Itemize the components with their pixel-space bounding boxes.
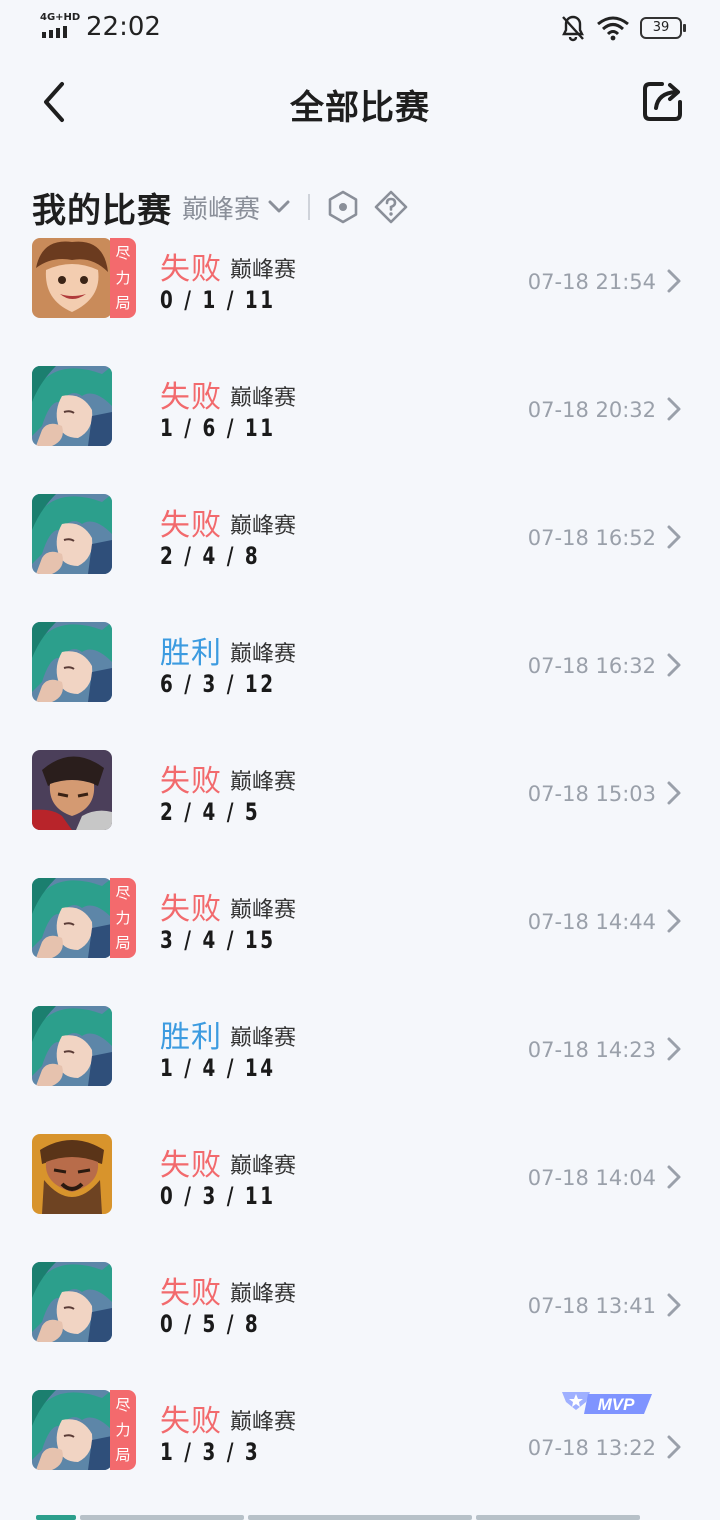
- green-hair-hero-icon: [32, 1262, 112, 1342]
- match-row[interactable]: 胜利 巅峰赛 6 / 3 / 12 07-18 16:32: [0, 616, 720, 744]
- chevron-right-icon: [667, 1293, 681, 1317]
- hexagon-settings-icon[interactable]: [326, 190, 360, 224]
- match-row[interactable]: 失败 巅峰赛 2 / 4 / 8 07-18 16:52: [0, 488, 720, 616]
- match-row[interactable]: 失败 巅峰赛 2 / 4 / 5 07-18 15:03: [0, 744, 720, 872]
- green-hair-hero-icon: [32, 1390, 112, 1470]
- green-hair-hero-icon: [32, 878, 112, 958]
- match-list: 尽力局 失败 巅峰赛 0 / 1 / 11 07-18 21:54 失败 巅峰赛…: [0, 232, 720, 1512]
- nav-bar: 全部比赛: [0, 56, 720, 148]
- green-hair-hero-icon: [32, 622, 112, 702]
- match-result: 胜利: [160, 1020, 222, 1055]
- chevron-right-icon: [667, 269, 681, 293]
- svg-text:MVP: MVP: [598, 1395, 636, 1414]
- green-hair-hero-icon: [32, 366, 112, 446]
- match-mode: 巅峰赛: [230, 898, 297, 923]
- best-effort-tag: 尽力局: [110, 878, 136, 958]
- best-effort-tag: 尽力局: [110, 1390, 136, 1470]
- match-kda: 1 / 3 / 3: [160, 1438, 261, 1466]
- chevron-right-icon: [667, 781, 681, 805]
- signal-icon: [42, 26, 67, 38]
- match-kda: 3 / 4 / 15: [160, 926, 276, 954]
- section-title: 我的比赛: [32, 190, 172, 231]
- warrior-hero-icon: [32, 750, 112, 830]
- match-result: 失败: [160, 1276, 222, 1311]
- network-type: 4G+HD: [40, 12, 81, 23]
- battery-indicator: 39: [640, 17, 686, 39]
- match-result: 失败: [160, 508, 222, 543]
- match-row[interactable]: 尽力局 失败 巅峰赛 3 / 4 / 15 07-18 14:44: [0, 872, 720, 1000]
- match-result: 失败: [160, 1148, 222, 1183]
- match-mode: 巅峰赛: [230, 1026, 297, 1051]
- match-row[interactable]: 失败 巅峰赛 0 / 5 / 8 07-18 13:41: [0, 1256, 720, 1384]
- match-time: 07-18 14:44: [527, 910, 656, 934]
- match-kda: 0 / 1 / 11: [160, 286, 276, 314]
- match-time: 07-18 13:22: [527, 1436, 656, 1460]
- match-time: 07-18 20:32: [527, 398, 656, 422]
- match-row[interactable]: 尽力局 失败 巅峰赛 0 / 1 / 11 07-18 21:54: [0, 232, 720, 360]
- green-hair-hero-icon: [32, 494, 112, 574]
- match-time: 07-18 14:23: [527, 1038, 656, 1062]
- match-result: 失败: [160, 764, 222, 799]
- chevron-right-icon: [667, 1037, 681, 1061]
- status-bar: 4G+HD 22:02 39: [0, 0, 720, 56]
- help-diamond-icon[interactable]: [374, 190, 408, 224]
- match-time: 07-18 14:04: [527, 1166, 656, 1190]
- best-effort-tag: 尽力局: [110, 238, 136, 318]
- match-kda: 1 / 4 / 14: [160, 1054, 276, 1082]
- match-result: 胜利: [160, 636, 222, 671]
- match-mode: 巅峰赛: [230, 258, 297, 283]
- divider: [308, 194, 311, 220]
- green-hair-hero-icon: [32, 1006, 112, 1086]
- match-kda: 0 / 5 / 8: [160, 1310, 261, 1338]
- match-kda: 1 / 6 / 11: [160, 414, 276, 442]
- chevron-right-icon: [667, 397, 681, 421]
- match-kda: 2 / 4 / 5: [160, 798, 261, 826]
- mode-filter-dropdown[interactable]: 巅峰赛: [182, 189, 290, 226]
- match-row[interactable]: 失败 巅峰赛 0 / 3 / 11 07-18 14:04: [0, 1128, 720, 1256]
- match-mode: 巅峰赛: [230, 770, 297, 795]
- bell-muted-icon: [562, 15, 584, 42]
- share-icon[interactable]: [640, 78, 686, 124]
- match-result: 失败: [160, 1404, 222, 1439]
- chevron-right-icon: [667, 1435, 681, 1459]
- match-kda: 2 / 4 / 8: [160, 542, 261, 570]
- bearded-hero-icon: [32, 1134, 112, 1214]
- chevron-down-icon: [268, 200, 290, 213]
- brown-hair-hero-icon: [32, 238, 112, 318]
- mvp-badge: MVP: [562, 1392, 652, 1414]
- status-time: 22:02: [86, 12, 161, 42]
- match-row[interactable]: 尽力局 失败 巅峰赛 1 / 3 / 3 MVP 07-18 13:22: [0, 1384, 720, 1512]
- match-mode: 巅峰赛: [230, 642, 297, 667]
- match-time: 07-18 16:52: [527, 526, 656, 550]
- section-header: 我的比赛 巅峰赛: [32, 182, 422, 232]
- match-time: 07-18 16:32: [527, 654, 656, 678]
- match-time: 07-18 13:41: [527, 1294, 656, 1318]
- match-time: 07-18 15:03: [527, 782, 656, 806]
- page-title: 全部比赛: [290, 88, 430, 128]
- match-row[interactable]: 胜利 巅峰赛 1 / 4 / 14 07-18 14:23: [0, 1000, 720, 1128]
- match-kda: 0 / 3 / 11: [160, 1182, 276, 1210]
- chevron-right-icon: [667, 653, 681, 677]
- match-result: 失败: [160, 380, 222, 415]
- mode-filter-label: 巅峰赛: [182, 194, 261, 225]
- wifi-icon: [597, 16, 629, 41]
- match-result: 失败: [160, 892, 222, 927]
- match-mode: 巅峰赛: [230, 1282, 297, 1307]
- match-mode: 巅峰赛: [230, 514, 297, 539]
- match-mode: 巅峰赛: [230, 386, 297, 411]
- match-kda: 6 / 3 / 12: [160, 670, 276, 698]
- next-row-peek: [0, 1513, 720, 1520]
- chevron-right-icon: [667, 525, 681, 549]
- match-result: 失败: [160, 252, 222, 287]
- chevron-right-icon: [667, 1165, 681, 1189]
- match-row[interactable]: 失败 巅峰赛 1 / 6 / 11 07-18 20:32: [0, 360, 720, 488]
- match-mode: 巅峰赛: [230, 1154, 297, 1179]
- match-time: 07-18 21:54: [527, 270, 656, 294]
- match-mode: 巅峰赛: [230, 1410, 297, 1435]
- chevron-right-icon: [667, 909, 681, 933]
